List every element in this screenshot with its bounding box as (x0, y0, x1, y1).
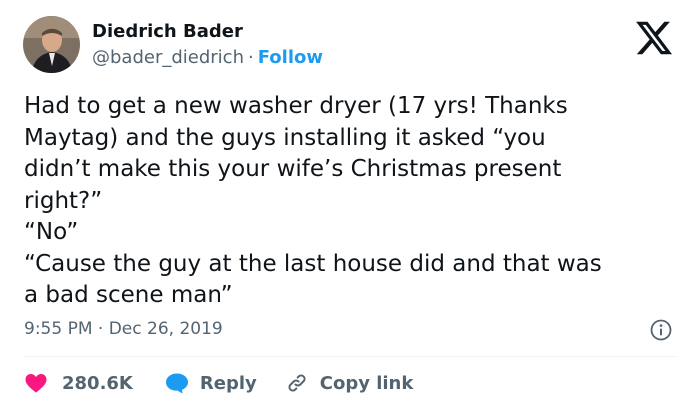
like-button[interactable]: 280.6K (24, 371, 133, 395)
author-handle-row: @bader_diedrich · Follow (92, 47, 323, 69)
info-icon[interactable] (649, 318, 673, 342)
speech-bubble-icon (165, 373, 188, 394)
author-block: Diedrich Bader @bader_diedrich · Follow (92, 21, 323, 69)
tweet-text: Had to get a new washer dryer (17 yrs! T… (24, 91, 674, 312)
avatar-image (23, 16, 80, 73)
tweet-timestamp[interactable]: 9:55 PM · Dec 26, 2019 (24, 318, 223, 340)
author-name[interactable]: Diedrich Bader (92, 21, 323, 43)
like-count: 280.6K (62, 372, 133, 394)
action-bar: 280.6K Reply Copy link (24, 371, 413, 395)
avatar[interactable] (23, 16, 80, 73)
separator-dot: · (248, 47, 254, 68)
follow-button[interactable]: Follow (258, 47, 323, 68)
x-logo-icon[interactable] (634, 18, 674, 58)
reply-button[interactable]: Reply (164, 371, 257, 395)
copy-link-label: Copy link (319, 372, 414, 394)
tweet-line: didn’t make this your wife’s Christmas p… (24, 156, 562, 182)
tweet-line: Maytag) and the guys installing it asked… (24, 124, 546, 151)
tweet-line: right?” (24, 187, 103, 214)
divider (24, 356, 676, 357)
author-handle[interactable]: @bader_diedrich (92, 47, 244, 68)
link-icon (288, 374, 306, 392)
copy-link-button[interactable]: Copy link (285, 371, 414, 395)
tweet-line: Had to get a new washer dryer (17 yrs! T… (24, 93, 568, 119)
heart-icon (25, 374, 47, 393)
tweet-line: “No” (24, 219, 79, 245)
tweet-line: a bad scene man” (24, 282, 233, 308)
reply-label: Reply (199, 372, 257, 394)
tweet-line: “Cause the guy at the last house did and… (24, 250, 602, 277)
